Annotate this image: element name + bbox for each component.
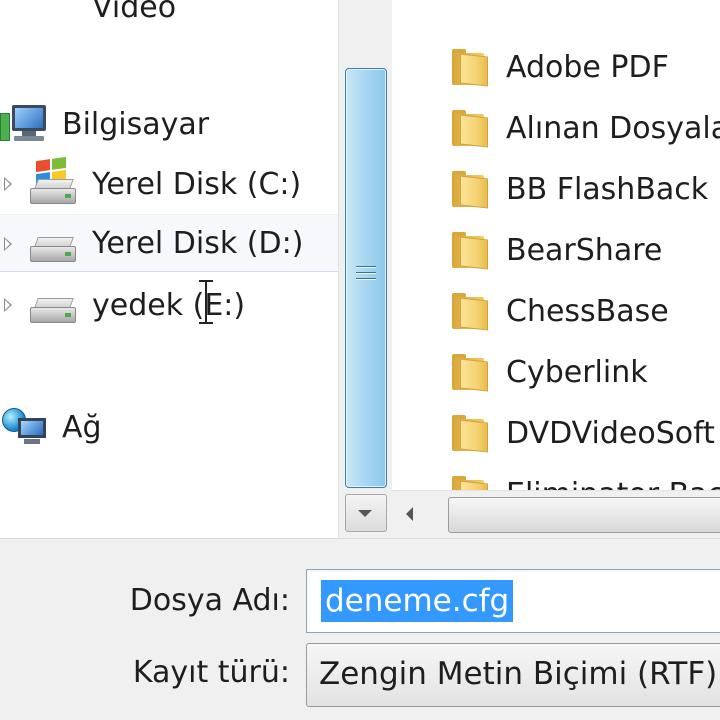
drive-icon — [30, 237, 76, 263]
folder-icon — [452, 110, 490, 148]
nav-item-drive-c[interactable]: Yerel Disk (C:) — [0, 155, 338, 213]
nav-item-video[interactable]: Video — [0, 0, 338, 28]
folder-icon — [452, 171, 490, 209]
grip-icon — [356, 266, 376, 286]
folder-icon — [452, 232, 490, 270]
navigation-scrollbar[interactable] — [338, 0, 392, 538]
network-icon — [0, 404, 50, 448]
filename-selected-text: deneme.cfg — [321, 580, 514, 622]
list-item[interactable]: BearShare — [392, 220, 720, 281]
windows-drive-icon — [30, 156, 78, 205]
file-type-label: Kayıt türü: — [132, 655, 290, 690]
list-item[interactable]: Adobe PDF — [392, 37, 720, 98]
expand-arrow-icon[interactable] — [4, 177, 12, 191]
arrow-down-icon — [358, 510, 372, 517]
file-name: BearShare — [506, 233, 663, 268]
scrollbar-thumb[interactable] — [345, 68, 387, 488]
filename-label: Dosya Adı: — [129, 583, 290, 618]
navigation-pane: Video Bilgisayar Yerel Disk (C:) Yerel D… — [0, 0, 338, 538]
nav-item-label: Yerel Disk (D:) — [92, 225, 304, 261]
list-item[interactable]: Alınan Dosyalar — [392, 98, 720, 159]
folder-icon — [452, 415, 490, 453]
list-item[interactable]: Cyberlink — [392, 342, 720, 403]
nav-item-drive-d[interactable]: Yerel Disk (D:) — [0, 214, 338, 272]
nav-item-label: Bilgisayar — [62, 106, 210, 142]
file-list-horizontal-scrollbar[interactable] — [392, 490, 720, 538]
folder-icon — [452, 293, 490, 331]
nav-item-label: yedek (E:) — [92, 287, 246, 323]
folder-icon — [452, 354, 490, 392]
nav-item-label: Video — [92, 0, 177, 25]
folder-icon — [452, 49, 490, 87]
file-name: BB FlashBack Express — [506, 172, 720, 207]
list-item[interactable]: ChessBase — [392, 281, 720, 342]
file-name: Adobe PDF — [506, 50, 669, 85]
nav-item-drive-e[interactable]: yedek (E:) — [0, 276, 338, 334]
file-type-value: Zengin Metin Biçimi (RTF) — [319, 656, 718, 692]
list-item[interactable]: DVDVideoSoft — [392, 403, 720, 464]
nav-item-label: Ağ — [62, 409, 102, 445]
file-name: DVDVideoSoft — [506, 416, 715, 451]
folder-icon — [452, 476, 490, 490]
save-form: Dosya Adı: deneme.cfg Kayıt türü: Zengin… — [0, 538, 720, 720]
scrollbar-thumb[interactable] — [448, 497, 720, 533]
filename-input[interactable]: deneme.cfg — [306, 569, 720, 633]
expand-arrow-icon[interactable] — [4, 237, 12, 251]
drive-icon — [30, 298, 76, 324]
nav-item-computer[interactable]: Bilgisayar — [0, 95, 338, 153]
scroll-down-button[interactable] — [345, 494, 387, 532]
list-item[interactable]: BB FlashBack Express — [392, 159, 720, 220]
computer-icon — [0, 103, 52, 145]
expand-arrow-icon[interactable] — [4, 298, 12, 312]
file-type-dropdown[interactable]: Zengin Metin Biçimi (RTF) — [306, 643, 720, 707]
file-name: Cyberlink — [506, 355, 648, 390]
file-list: Adobe PDF Alınan Dosyalar BB FlashBack E… — [392, 0, 720, 490]
file-name: Alınan Dosyalar — [506, 111, 720, 146]
file-name: Eliminator Backup — [506, 477, 720, 490]
arrow-left-icon[interactable] — [406, 507, 413, 521]
text-cursor-icon — [199, 280, 213, 324]
list-item[interactable]: Eliminator Backup — [392, 464, 720, 490]
nav-item-label: Yerel Disk (C:) — [92, 166, 302, 202]
nav-item-network[interactable]: Ağ — [0, 398, 338, 456]
file-name: ChessBase — [506, 294, 669, 329]
